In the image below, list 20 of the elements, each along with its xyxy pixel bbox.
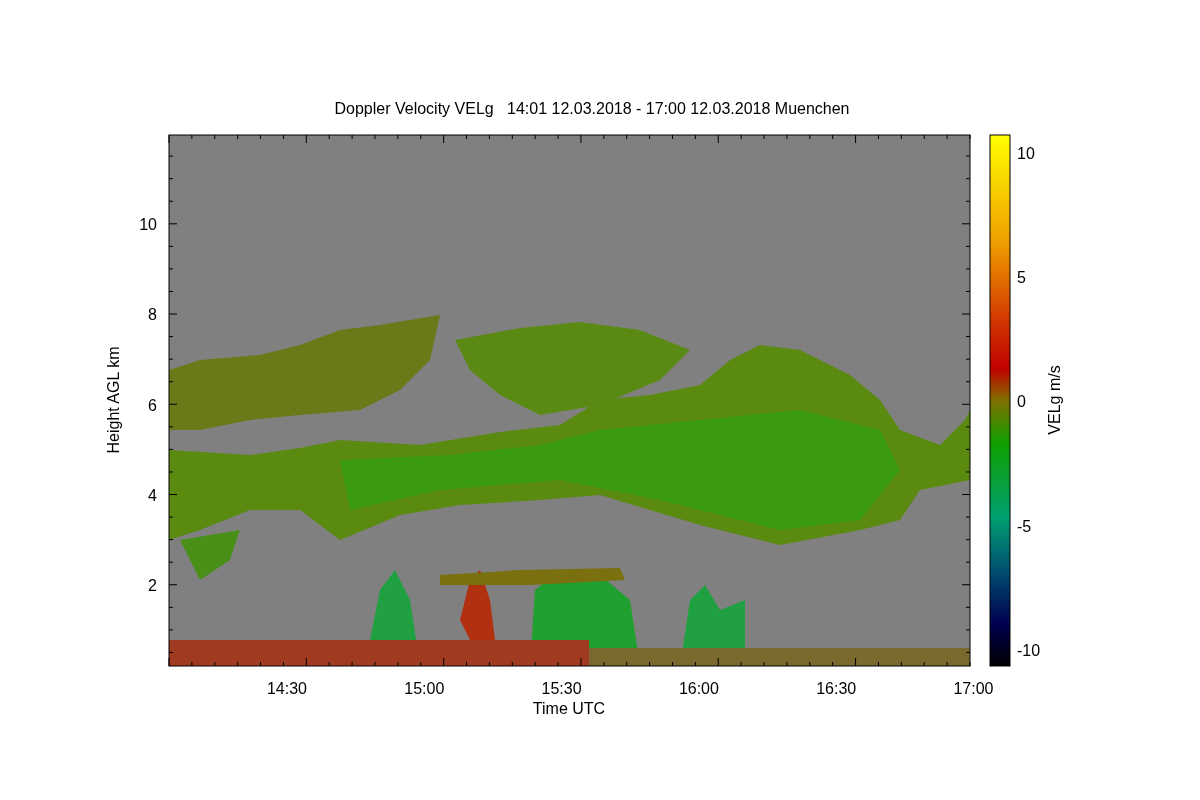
colorbar-tick-label: 10 xyxy=(1017,145,1035,162)
x-tick-label: 15:30 xyxy=(541,680,582,697)
x-tick-label: 17:00 xyxy=(953,680,994,697)
x-tick-label: 16:00 xyxy=(678,680,719,697)
colorbar-tick-label: 0 xyxy=(1017,393,1026,411)
colorbar-tick-label: -10 xyxy=(1017,641,1041,659)
y-tick-label: 10 xyxy=(139,216,157,233)
x-tick-label: 14:30 xyxy=(267,680,307,697)
y-tick-label: 4 xyxy=(148,486,157,504)
colorbar-label: VELg m/s xyxy=(1046,365,1063,435)
x-tick-label: 16:30 xyxy=(816,680,857,697)
y-axis-label: Height AGL km xyxy=(105,346,122,454)
y-tick-label: 8 xyxy=(148,306,157,324)
colorbar-tick-label: -5 xyxy=(1017,517,1032,535)
chart-title: Doppler Velocity VELg 14:01 12.03.2018 - 17:00 12.03.2018 Muenchen xyxy=(334,100,850,117)
x-tick-label: 15:00 xyxy=(404,680,445,697)
y-tick-label: 2 xyxy=(148,577,157,594)
x-axis-label: Time UTC xyxy=(532,700,606,717)
colorbar-tick-label: 5 xyxy=(1017,269,1026,287)
y-tick-label: 6 xyxy=(148,396,157,414)
